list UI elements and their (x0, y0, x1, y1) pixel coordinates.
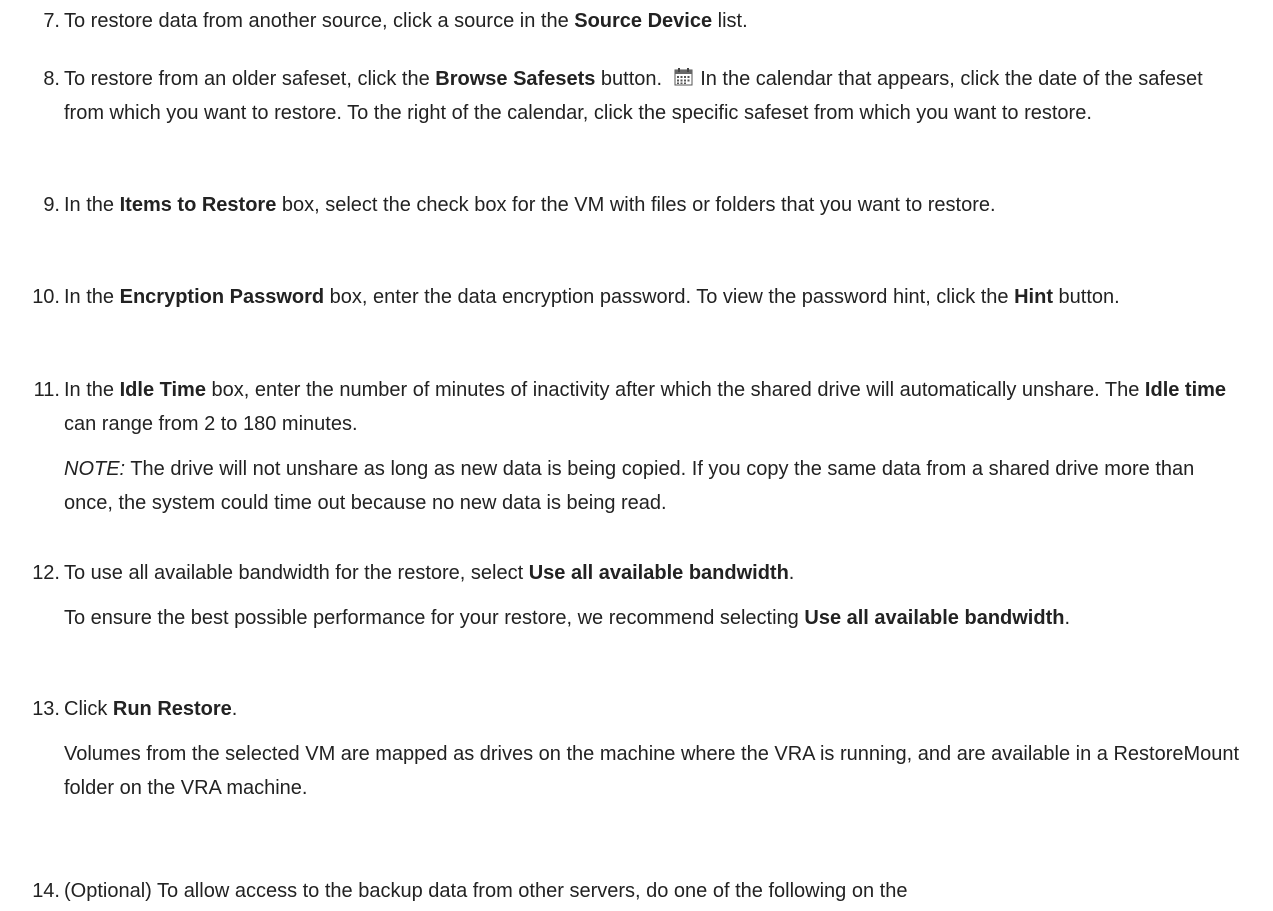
italic-label: NOTE: (64, 458, 126, 480)
text-run: box, select the check box for the VM wit… (276, 194, 996, 216)
text-run: To restore data from another source, cli… (64, 10, 575, 32)
step-text: To use all available bandwidth for the r… (64, 556, 1244, 635)
text-run: In the (64, 286, 120, 308)
text-run: To use all available bandwidth for the r… (64, 562, 529, 584)
text-run: To restore from an older safeset, click … (64, 68, 436, 90)
text-run: . (231, 698, 238, 720)
step-number: 13. (32, 698, 60, 720)
step-number: 8. (43, 68, 60, 90)
text-run: The drive will not unshare as long as ne… (64, 458, 1195, 514)
step-paragraph: To use all available bandwidth for the r… (64, 556, 1244, 590)
text-run: box, enter the data encryption password.… (324, 286, 1015, 308)
step-number: 7. (43, 10, 60, 32)
step-paragraph: To restore data from another source, cli… (64, 4, 1244, 38)
step-number: 14. (32, 880, 60, 902)
step-followup-paragraph: Volumes from the selected VM are mapped … (64, 737, 1244, 805)
step-text: To restore from an older safeset, click … (64, 62, 1244, 130)
bold-term: Idle time (1144, 379, 1227, 401)
step-paragraph: In the Idle Time box, enter the number o… (64, 373, 1244, 441)
bold-term: Browse Safesets (435, 68, 596, 90)
step-followup-paragraph: NOTE: The drive will not unshare as long… (64, 452, 1244, 520)
bold-term: Use all available bandwidth (528, 562, 789, 584)
step-number: 11. (33, 379, 60, 401)
step-text: (Optional) To allow access to the backup… (64, 874, 1244, 908)
text-run: In the (64, 379, 120, 401)
text-run: can range from 2 to 180 minutes. (64, 413, 358, 435)
step-number: 12. (32, 562, 60, 584)
text-run: Volumes from the selected VM are mapped … (64, 743, 1240, 799)
step-text: In the Encryption Password box, enter th… (64, 280, 1244, 314)
text-run: list. (712, 10, 748, 32)
bold-term: Use all available bandwidth (804, 607, 1065, 629)
text-run: . (788, 562, 795, 584)
step-text: In the Items to Restore box, select the … (64, 188, 1244, 222)
bold-term: Source Device (574, 10, 713, 32)
step-paragraph: Click Run Restore. (64, 692, 1244, 726)
bold-term: Run Restore (112, 698, 232, 720)
text-run: . (1064, 607, 1071, 629)
text-run: button. (595, 68, 668, 90)
step-number: 9. (43, 194, 60, 216)
step-paragraph: In the Items to Restore box, select the … (64, 188, 1244, 222)
bold-term: Hint (1014, 286, 1053, 308)
step-followup-paragraph: To ensure the best possible performance … (64, 601, 1244, 635)
text-run: (Optional) To allow access to the backup… (64, 880, 908, 902)
step-paragraph: To restore from an older safeset, click … (64, 62, 1244, 130)
text-run: To ensure the best possible performance … (64, 607, 805, 629)
step-text: In the Idle Time box, enter the number o… (64, 373, 1244, 520)
text-run: Click (64, 698, 113, 720)
calendar-icon (674, 67, 693, 86)
bold-term: Idle Time (119, 379, 206, 401)
bold-term: Items to Restore (119, 194, 277, 216)
step-paragraph: (Optional) To allow access to the backup… (64, 874, 1244, 908)
step-paragraph: In the Encryption Password box, enter th… (64, 280, 1244, 314)
text-run: box, enter the number of minutes of inac… (205, 379, 1145, 401)
text-run: In the (64, 194, 120, 216)
document-page: 7. To restore data from another source, … (0, 0, 1273, 911)
bold-term: Encryption Password (119, 286, 325, 308)
step-text: To restore data from another source, cli… (64, 4, 1244, 38)
step-text: Click Run Restore. Volumes from the selec… (64, 692, 1244, 805)
step-number: 10. (32, 286, 60, 308)
text-run: button. (1053, 286, 1120, 308)
